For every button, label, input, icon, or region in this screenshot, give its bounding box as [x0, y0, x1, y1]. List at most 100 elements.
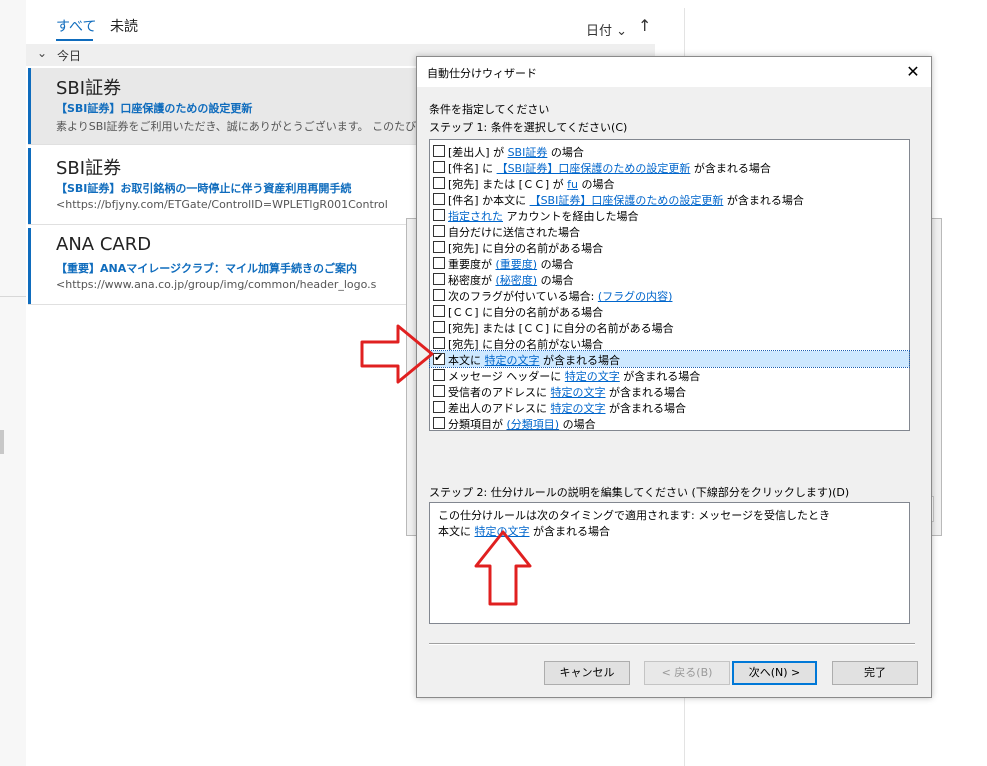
condition-value-link[interactable]: (秘密度) — [496, 274, 538, 287]
condition-value-link[interactable]: 【SBI証券】口座保護のための設定更新 — [530, 194, 724, 207]
condition-text: アカウントを経由した場合 — [503, 210, 639, 223]
condition-value-link[interactable]: 【SBI証券】口座保護のための設定更新 — [497, 162, 691, 175]
condition-value-link[interactable]: (分類項目) — [507, 418, 560, 431]
condition-row[interactable]: [宛先] に自分の名前がある場合 — [430, 239, 909, 255]
condition-row[interactable]: [差出人] が SBI証券 の場合 — [430, 143, 909, 159]
condition-text: 本文に — [448, 354, 485, 367]
condition-value-link[interactable]: SBI証券 — [508, 146, 548, 159]
condition-checkbox[interactable] — [433, 337, 445, 349]
description-line: この仕分けルールは次のタイミングで適用されます: メッセージを受信したとき — [438, 509, 830, 522]
condition-text: が含まれる場合 — [690, 162, 771, 175]
condition-row[interactable]: [件名] か本文に 【SBI証券】口座保護のための設定更新 が含まれる場合 — [430, 191, 909, 207]
condition-value-link[interactable]: 特定の文字 — [551, 402, 606, 415]
condition-row[interactable]: 次のフラグが付いている場合: (フラグの内容) — [430, 287, 909, 303]
condition-value-link[interactable]: 特定の文字 — [565, 370, 620, 383]
condition-label: 分類項目が (分類項目) の場合 — [448, 416, 596, 432]
separator — [429, 643, 915, 645]
condition-checkbox[interactable] — [433, 289, 445, 301]
next-button[interactable]: 次へ(N) > — [732, 661, 817, 685]
left-nav-marker — [0, 430, 4, 454]
condition-text: が含まれる場合 — [605, 386, 686, 399]
condition-row[interactable]: [ＣＣ] に自分の名前がある場合 — [430, 303, 909, 319]
condition-row[interactable]: 受信者のアドレスに 特定の文字 が含まれる場合 — [430, 383, 909, 399]
condition-checkbox[interactable] — [433, 273, 445, 285]
sort-by-date-button[interactable]: 日付 ⌄ — [586, 20, 627, 39]
close-icon[interactable]: ✕ — [899, 59, 927, 85]
chevron-down-icon[interactable]: ⌄ — [37, 46, 47, 60]
step1-label: ステップ 1: 条件を選択してください(C) — [429, 121, 628, 134]
condition-checkbox[interactable] — [433, 401, 445, 413]
condition-checkbox[interactable] — [433, 177, 445, 189]
tab-unread[interactable]: 未読 — [110, 16, 138, 36]
condition-label: 指定された アカウントを経由した場合 — [448, 208, 639, 224]
description-text: が含まれる場合 — [529, 525, 610, 538]
condition-value-link[interactable]: 特定の文字 — [551, 386, 606, 399]
message-subject: 【SBI証券】お取引銘柄の一時停止に伴う資産利用再開手続 — [56, 182, 352, 195]
condition-text: 自分だけに送信された場合 — [448, 226, 580, 239]
condition-row[interactable]: [宛先] または [ＣＣ] に自分の名前がある場合 — [430, 319, 909, 335]
condition-row[interactable]: 分類項目が (分類項目) の場合 — [430, 415, 909, 431]
condition-checkbox[interactable] — [433, 305, 445, 317]
condition-label: 秘密度が (秘密度) の場合 — [448, 272, 574, 288]
condition-checkbox[interactable] — [433, 257, 445, 269]
condition-label: メッセージ ヘッダーに 特定の文字 が含まれる場合 — [448, 368, 700, 384]
condition-checkbox[interactable] — [433, 161, 445, 173]
condition-value-link[interactable]: (フラグの内容) — [598, 290, 673, 303]
condition-text: 差出人のアドレスに — [448, 402, 551, 415]
condition-value-link[interactable]: (重要度) — [496, 258, 538, 271]
condition-text: [宛先] に自分の名前がない場合 — [448, 338, 604, 351]
condition-checkbox[interactable] — [433, 369, 445, 381]
condition-row[interactable]: 秘密度が (秘密度) の場合 — [430, 271, 909, 287]
condition-checkbox[interactable] — [433, 417, 445, 429]
condition-text: 秘密度が — [448, 274, 496, 287]
condition-label: [宛先] または [ＣＣ] が fu の場合 — [448, 176, 615, 192]
condition-row[interactable]: メッセージ ヘッダーに 特定の文字 が含まれる場合 — [430, 367, 909, 383]
condition-checkbox[interactable] — [433, 241, 445, 253]
condition-text: [差出人] が — [448, 146, 508, 159]
rule-description-box: この仕分けルールは次のタイミングで適用されます: メッセージを受信したとき 本文… — [429, 502, 910, 624]
condition-value-link[interactable]: 特定の文字 — [485, 354, 540, 367]
condition-row[interactable]: 指定された アカウントを経由した場合 — [430, 207, 909, 223]
unread-bar — [28, 228, 31, 305]
group-label: 今日 — [57, 49, 82, 63]
chevron-down-icon: ⌄ — [616, 24, 628, 39]
rules-wizard-dialog: 自動仕分けウィザード ✕ 条件を指定してください ステップ 1: 条件を選択して… — [416, 56, 932, 698]
condition-label: 自分だけに送信された場合 — [448, 224, 580, 240]
condition-text: の場合 — [559, 418, 596, 431]
finish-button[interactable]: 完了 — [832, 661, 918, 685]
condition-checkbox[interactable] — [433, 225, 445, 237]
condition-value-link[interactable]: 指定された — [448, 210, 503, 223]
condition-text: [件名] か本文に — [448, 194, 530, 207]
condition-row[interactable]: ✔ 本文に 特定の文字 が含まれる場合 — [429, 350, 910, 368]
condition-row[interactable]: [宛先] または [ＣＣ] が fu の場合 — [430, 175, 909, 191]
message-sender: SBI証券 — [56, 78, 122, 99]
condition-list[interactable]: [差出人] が SBI証券 の場合 [件名] に 【SBI証券】口座保護のための設… — [429, 139, 910, 431]
description-line: 本文に 特定の文字 が含まれる場合 — [438, 523, 610, 539]
condition-checkbox[interactable] — [433, 145, 445, 157]
back-button[interactable]: < 戻る(B) — [644, 661, 730, 685]
condition-checkbox[interactable] — [433, 321, 445, 333]
condition-row[interactable]: 自分だけに送信された場合 — [430, 223, 909, 239]
specific-words-link[interactable]: 特定の文字 — [475, 525, 530, 538]
condition-row[interactable]: 重要度が (重要度) の場合 — [430, 255, 909, 271]
condition-row[interactable]: [宛先] に自分の名前がない場合 — [430, 335, 909, 351]
cancel-button[interactable]: キャンセル — [544, 661, 630, 685]
dialog-titlebar: 自動仕分けウィザード ✕ — [417, 57, 931, 87]
tab-all-underline — [56, 39, 93, 41]
tab-all[interactable]: すべて — [56, 16, 96, 36]
condition-row[interactable]: 差出人のアドレスに 特定の文字 が含まれる場合 — [430, 399, 909, 415]
condition-checkbox[interactable] — [433, 385, 445, 397]
condition-value-link[interactable]: fu — [567, 178, 578, 191]
sort-direction-icon[interactable]: ↑ — [638, 16, 651, 35]
condition-row[interactable]: [件名] に 【SBI証券】口座保護のための設定更新 が含まれる場合 — [430, 159, 909, 175]
condition-checkbox[interactable] — [433, 193, 445, 205]
condition-label: [宛先] に自分の名前がない場合 — [448, 336, 603, 352]
instruction-text: 条件を指定してください — [429, 103, 550, 116]
condition-text: 次のフラグが付いている場合: — [448, 290, 598, 303]
condition-checkbox[interactable]: ✔ — [433, 351, 445, 365]
condition-text: の場合 — [547, 146, 584, 159]
condition-label: 差出人のアドレスに 特定の文字 が含まれる場合 — [448, 400, 686, 416]
condition-text: の場合 — [537, 258, 574, 271]
condition-checkbox[interactable] — [433, 209, 445, 221]
condition-label: [宛先] に自分の名前がある場合 — [448, 240, 603, 256]
